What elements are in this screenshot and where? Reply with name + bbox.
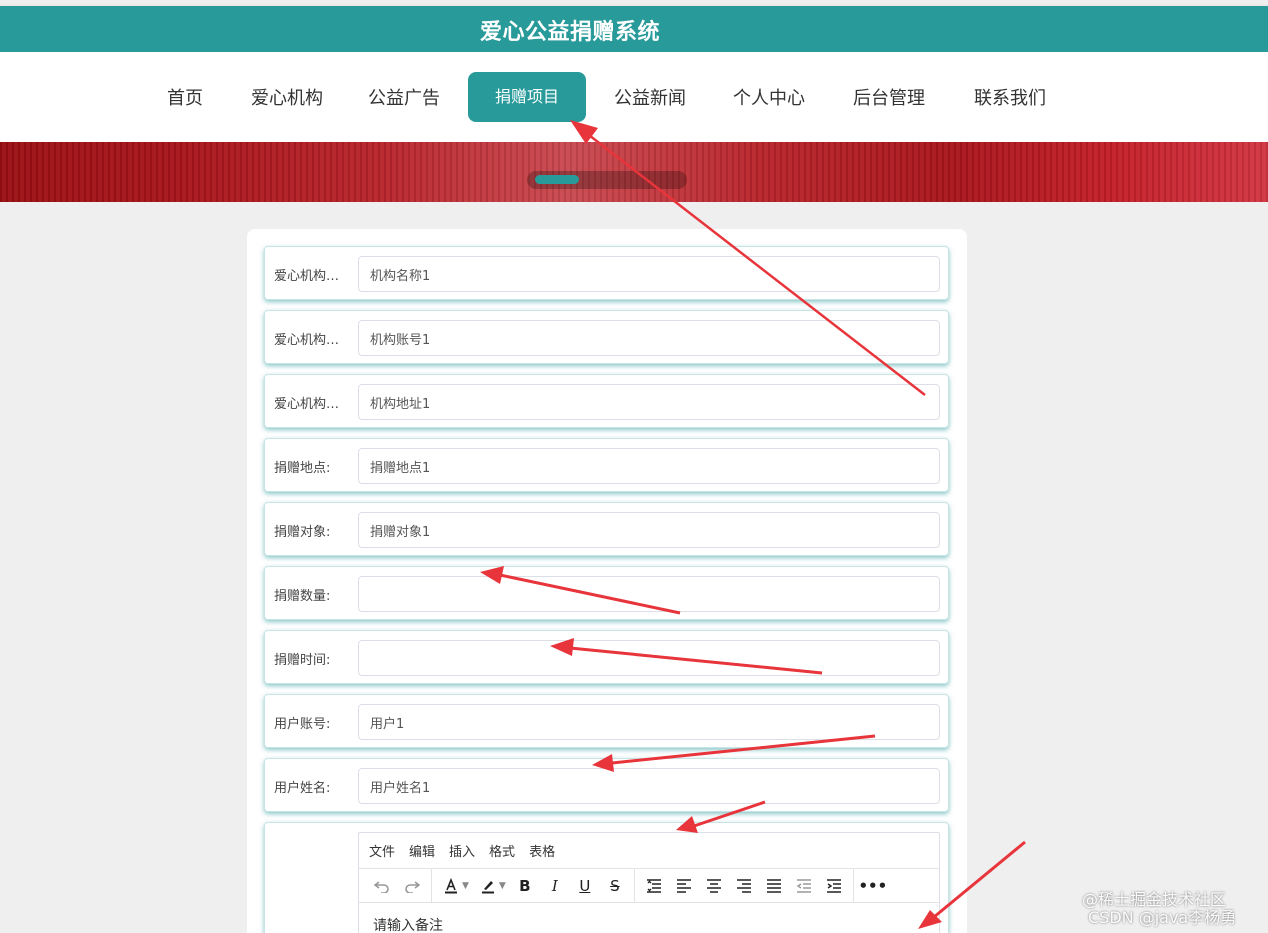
menu-table[interactable]: 表格 xyxy=(529,841,555,860)
banner-carousel xyxy=(0,142,1268,202)
align-right-icon[interactable] xyxy=(729,873,759,899)
org-name-input[interactable] xyxy=(358,256,940,292)
indent-icon[interactable] xyxy=(819,873,849,899)
align-left-icon[interactable] xyxy=(669,873,699,899)
field-label: 捐赠地点: xyxy=(274,461,331,476)
form-row-org-name: 爱心机构名称: xyxy=(264,246,949,300)
nav-item-charity-orgs[interactable]: 爱心机构 xyxy=(251,84,323,110)
redo-icon[interactable] xyxy=(397,873,427,899)
form-row-remarks: 文件 编辑 插入 格式 表格 ▼ ▼ B I U S ••• 请输入备注 xyxy=(264,822,949,933)
form-row-donation-target: 捐赠对象: xyxy=(264,502,949,556)
field-label: 捐赠时间: xyxy=(274,653,331,668)
carousel-indicator-active[interactable] xyxy=(535,175,579,184)
watermark-csdn: CSDN @java李杨勇 xyxy=(1088,908,1237,927)
line-height-icon[interactable] xyxy=(639,873,669,899)
editor-toolbar: ▼ ▼ B I U S ••• xyxy=(359,868,939,903)
donation-time-input[interactable] xyxy=(358,640,940,676)
nav-item-public-ads[interactable]: 公益广告 xyxy=(368,84,440,110)
editor-menubar: 文件 编辑 插入 格式 表格 xyxy=(359,833,939,869)
editor-content[interactable]: 请输入备注 xyxy=(359,903,939,933)
form-row-donation-quantity: 捐赠数量: xyxy=(264,566,949,620)
nav-item-news[interactable]: 公益新闻 xyxy=(614,84,686,110)
detail-form-card: 爱心机构名称: 爱心机构账号: 爱心机构地址: 捐赠地点: 捐赠对象: 捐赠数量… xyxy=(247,229,967,933)
menu-edit[interactable]: 编辑 xyxy=(409,841,435,860)
field-label: 爱心机构账号: xyxy=(274,333,350,348)
nav-item-donation-projects[interactable]: 捐赠项目 xyxy=(468,72,586,122)
main-nav: 首页 爱心机构 公益广告 捐赠项目 公益新闻 个人中心 后台管理 联系我们 xyxy=(0,52,1268,142)
field-label: 爱心机构名称: xyxy=(274,269,350,284)
nav-item-home[interactable]: 首页 xyxy=(167,84,203,110)
nav-item-admin[interactable]: 后台管理 xyxy=(853,84,925,110)
field-label: 捐赠数量: xyxy=(274,589,331,604)
org-address-input[interactable] xyxy=(358,384,940,420)
nav-item-profile[interactable]: 个人中心 xyxy=(733,84,805,110)
app-title: 爱心公益捐赠系统 xyxy=(480,20,661,45)
rich-text-editor: 文件 编辑 插入 格式 表格 ▼ ▼ B I U S ••• 请输入备注 xyxy=(358,832,940,933)
field-label: 用户账号: xyxy=(274,717,331,732)
more-icon[interactable]: ••• xyxy=(858,873,888,899)
field-label: 爱心机构地址: xyxy=(274,397,350,412)
nav-item-contact[interactable]: 联系我们 xyxy=(974,84,1046,110)
org-account-input[interactable] xyxy=(358,320,940,356)
form-row-org-address: 爱心机构地址: xyxy=(264,374,949,428)
donation-target-input[interactable] xyxy=(358,512,940,548)
chevron-down-icon[interactable]: ▼ xyxy=(499,881,506,891)
form-row-user-name: 用户姓名: xyxy=(264,758,949,812)
form-row-donation-time: 捐赠时间: xyxy=(264,630,949,684)
outdent-icon[interactable] xyxy=(789,873,819,899)
field-label: 捐赠对象: xyxy=(274,525,331,540)
form-row-org-account: 爱心机构账号: xyxy=(264,310,949,364)
align-justify-icon[interactable] xyxy=(759,873,789,899)
undo-icon[interactable] xyxy=(367,873,397,899)
italic-icon[interactable]: I xyxy=(540,873,570,899)
chevron-down-icon[interactable]: ▼ xyxy=(462,881,469,891)
header-bar: 爱心公益捐赠系统 xyxy=(0,6,1268,52)
strikethrough-icon[interactable]: S xyxy=(600,873,630,899)
field-label: 用户姓名: xyxy=(274,781,331,796)
menu-insert[interactable]: 插入 xyxy=(449,841,475,860)
donation-location-input[interactable] xyxy=(358,448,940,484)
user-account-input[interactable] xyxy=(358,704,940,740)
form-row-donation-location: 捐赠地点: xyxy=(264,438,949,492)
form-row-user-account: 用户账号: xyxy=(264,694,949,748)
bold-icon[interactable]: B xyxy=(510,873,540,899)
carousel-indicator[interactable] xyxy=(527,171,687,189)
donation-quantity-input[interactable] xyxy=(358,576,940,612)
align-center-icon[interactable] xyxy=(699,873,729,899)
underline-icon[interactable]: U xyxy=(570,873,600,899)
menu-format[interactable]: 格式 xyxy=(489,841,515,860)
menu-file[interactable]: 文件 xyxy=(369,841,395,860)
user-name-input[interactable] xyxy=(358,768,940,804)
